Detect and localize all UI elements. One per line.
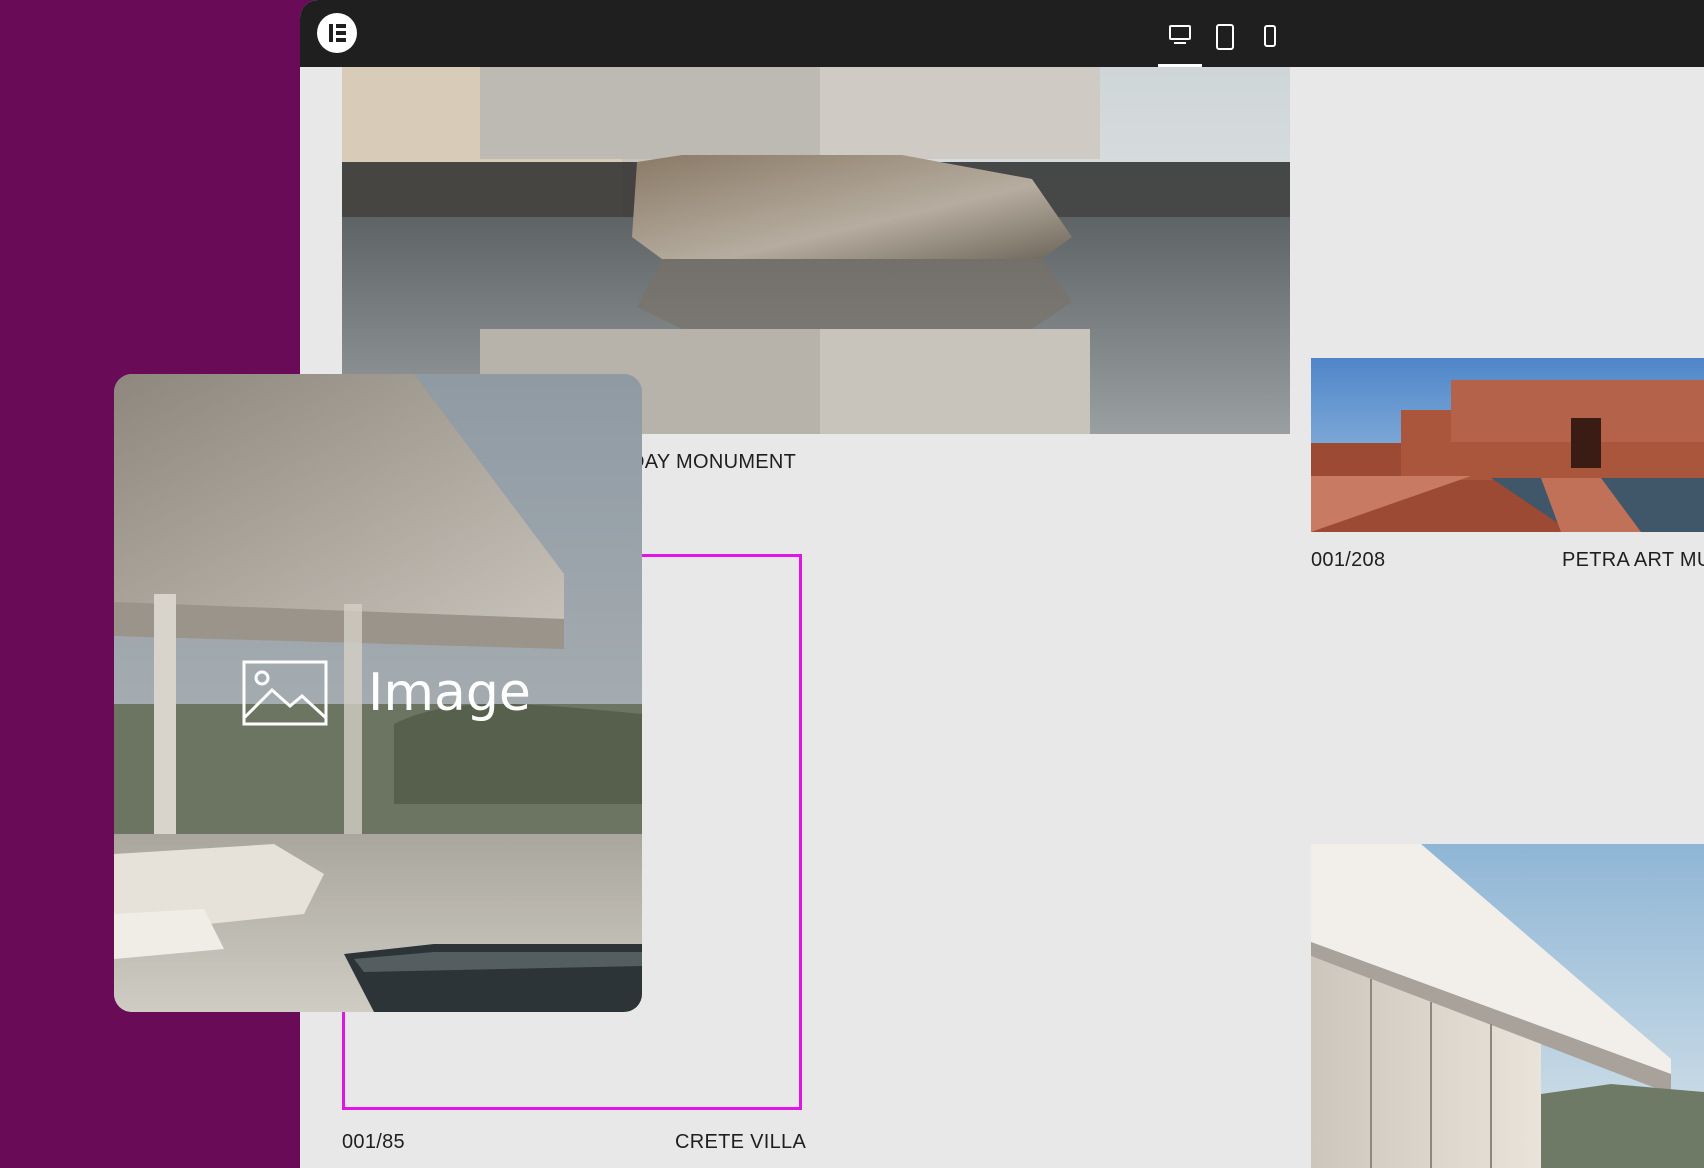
- villa-exterior-image[interactable]: [1311, 844, 1704, 1168]
- crete-caption-name: CRETE VILLA: [675, 1131, 807, 1153]
- monument-caption-name: DAY MONUMENT: [630, 451, 797, 473]
- image-widget-label: Image: [368, 663, 531, 723]
- tablet-icon: [1216, 24, 1234, 50]
- desktop-icon: [1169, 25, 1191, 44]
- petra-caption-number: 001/208: [1311, 549, 1386, 571]
- petra-caption-name: PETRA ART MU: [1562, 549, 1704, 571]
- image-icon: [242, 660, 328, 726]
- image-widget-overlay: Image: [242, 660, 531, 726]
- desktop-view-button[interactable]: [1158, 14, 1202, 67]
- image-widget-drag-card[interactable]: Image: [114, 374, 642, 1012]
- top-bar: [300, 0, 1704, 67]
- mobile-icon: [1264, 25, 1276, 47]
- tablet-view-button[interactable]: [1203, 14, 1247, 67]
- elementor-logo-icon[interactable]: [317, 13, 357, 53]
- device-switcher: [1158, 14, 1306, 67]
- mobile-view-button[interactable]: [1248, 14, 1292, 67]
- crete-caption-number: 001/85: [342, 1131, 405, 1153]
- petra-museum-image[interactable]: [1311, 358, 1704, 532]
